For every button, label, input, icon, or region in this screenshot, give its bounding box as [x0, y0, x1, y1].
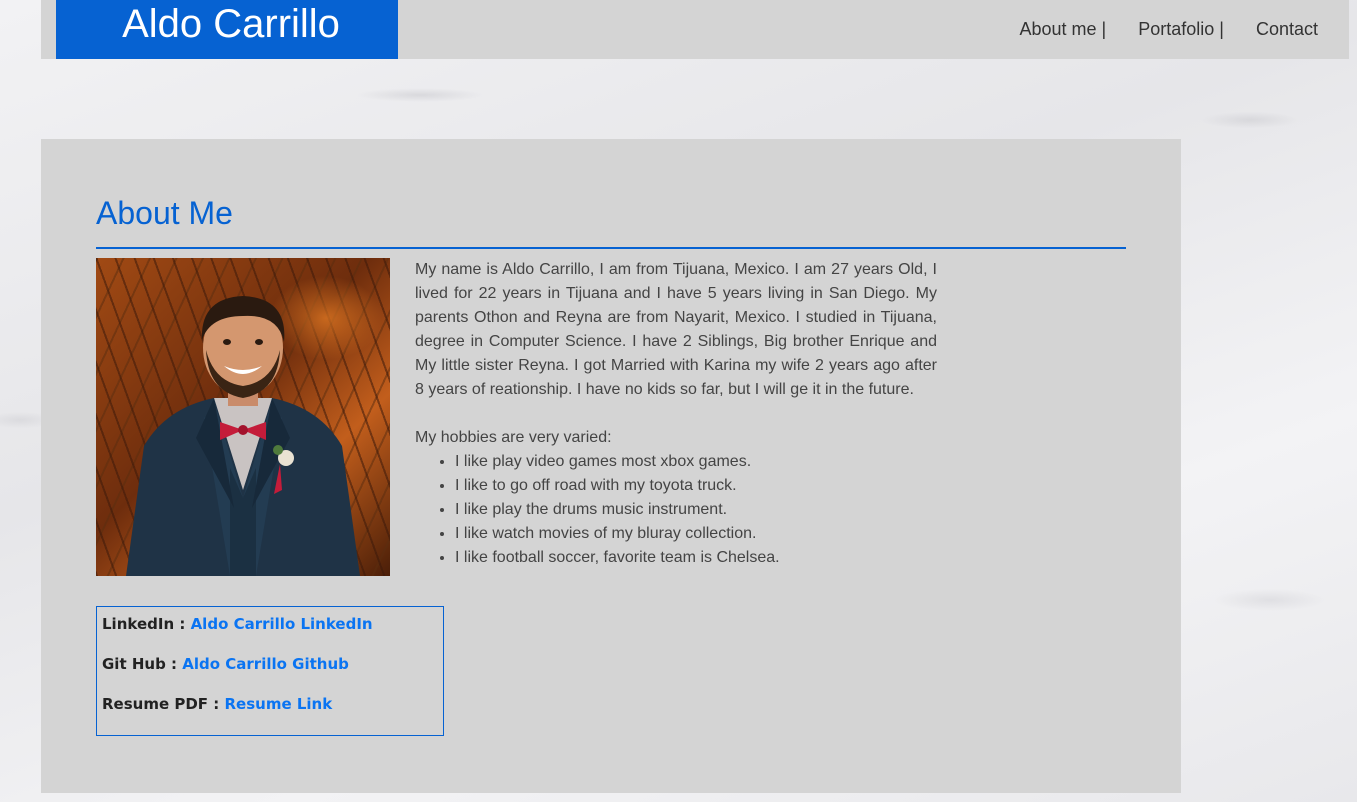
list-item: I like to go off road with my toyota tru… [455, 474, 937, 498]
resume-row: Resume PDF : Resume Link [102, 695, 438, 713]
list-item: I like football soccer, favorite team is… [455, 546, 937, 570]
about-card: About Me My name is Aldo Carrillo, I am … [41, 139, 1181, 793]
nav-about-me[interactable]: About me | [1019, 17, 1106, 41]
resume-link[interactable]: Resume Link [225, 695, 333, 713]
bio-paragraph: My name is Aldo Carrillo, I am from Tiju… [415, 261, 937, 398]
title-divider [96, 247, 1126, 249]
nav-contact[interactable]: Contact [1256, 17, 1318, 41]
github-label: Git Hub : [102, 655, 183, 673]
hobbies-intro: My hobbies are very varied: [415, 429, 612, 446]
resume-label: Resume PDF : [102, 695, 225, 713]
github-link[interactable]: Aldo Carrillo Github [182, 655, 349, 673]
site-header: Aldo Carrillo About me | Portafolio | Co… [41, 0, 1349, 59]
profile-photo [96, 258, 390, 576]
linkedin-link[interactable]: Aldo Carrillo LinkedIn [191, 615, 373, 633]
linkedin-label: LinkedIn : [102, 615, 191, 633]
list-item: I like watch movies of my bluray collect… [455, 522, 937, 546]
bio-text: My name is Aldo Carrillo, I am from Tiju… [415, 258, 937, 570]
github-row: Git Hub : Aldo Carrillo Github [102, 655, 438, 673]
person-portrait-icon [126, 296, 360, 576]
social-links-box: LinkedIn : Aldo Carrillo LinkedIn Git Hu… [96, 606, 444, 736]
list-item: I like play video games most xbox games. [455, 450, 937, 474]
list-item: I like play the drums music instrument. [455, 498, 937, 522]
hobbies-list: I like play video games most xbox games.… [415, 450, 937, 570]
site-logo[interactable]: Aldo Carrillo [56, 0, 398, 59]
main-nav: About me | Portafolio | Contact [987, 17, 1318, 41]
linkedin-row: LinkedIn : Aldo Carrillo LinkedIn [102, 615, 438, 633]
nav-portafolio[interactable]: Portafolio | [1138, 17, 1224, 41]
page-title: About Me [96, 195, 233, 231]
